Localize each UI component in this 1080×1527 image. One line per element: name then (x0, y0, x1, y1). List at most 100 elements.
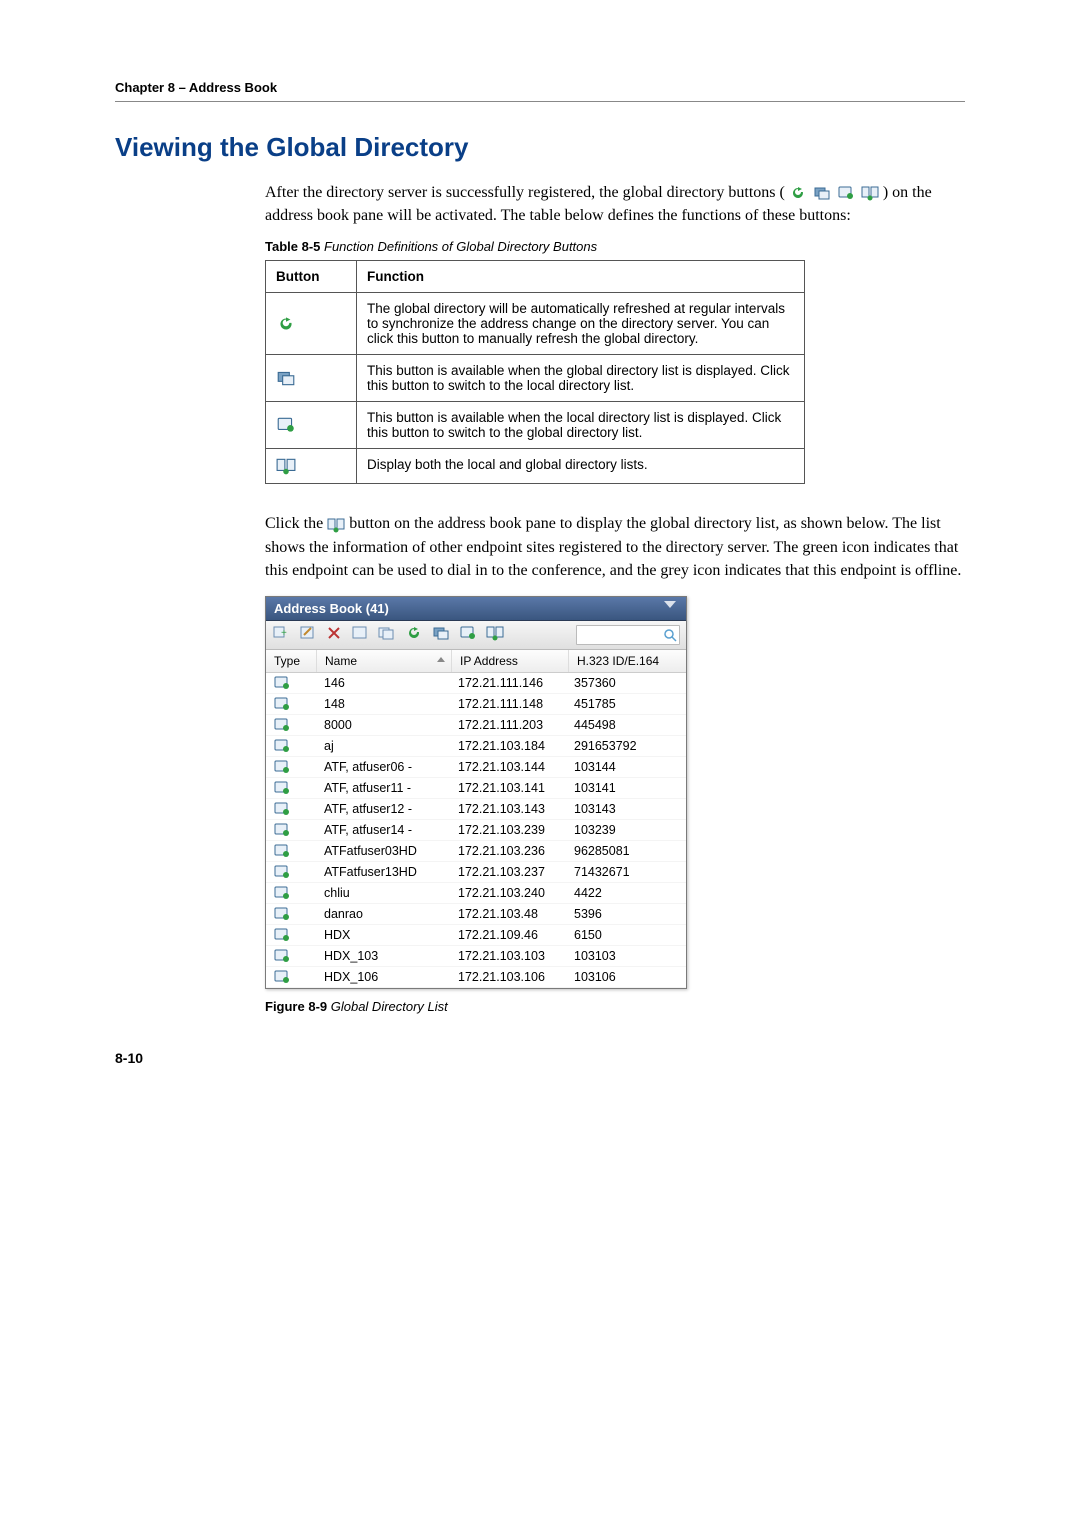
row-ip: 172.21.111.148 (450, 694, 566, 714)
row-ip: 172.21.103.144 (450, 757, 566, 777)
both-lists-icon-toolbar[interactable] (486, 625, 504, 644)
endpoint-online-icon (266, 799, 316, 819)
both-lists-icon-inline (327, 517, 345, 533)
table-row[interactable]: chliu172.21.103.2404422 (266, 883, 686, 904)
col-h323[interactable]: H.323 ID/E.164 (569, 650, 686, 672)
table-row[interactable]: ATFatfuser13HD172.21.103.23771432671 (266, 862, 686, 883)
table-row[interactable]: HDX_103172.21.103.103103103 (266, 946, 686, 967)
svg-text:+: + (281, 628, 287, 639)
table-row[interactable]: ATF, atfuser06 -172.21.103.144103144 (266, 757, 686, 778)
address-book-toolbar: + (266, 621, 686, 650)
table-row[interactable]: 148172.21.111.148451785 (266, 694, 686, 715)
row-h323: 103141 (566, 778, 686, 798)
figure-caption: Figure 8-9 Global Directory List (265, 999, 965, 1014)
search-input[interactable] (576, 625, 680, 645)
def-row-3-icon (266, 449, 357, 484)
row-h323: 6150 (566, 925, 686, 945)
endpoint-online-icon (266, 967, 316, 987)
delete-icon[interactable] (326, 625, 342, 644)
row-h323: 291653792 (566, 736, 686, 756)
endpoint-online-icon (266, 883, 316, 903)
table-row[interactable]: HDX172.21.109.466150 (266, 925, 686, 946)
address-book-title[interactable]: Address Book (41) (266, 597, 686, 621)
endpoint-online-icon (266, 925, 316, 945)
def-row-2-text: This button is available when the local … (357, 402, 805, 449)
row-ip: 172.21.103.48 (450, 904, 566, 924)
local-list-icon-toolbar[interactable] (432, 625, 450, 644)
address-book-columns: Type Name IP Address H.323 ID/E.164 (266, 650, 686, 673)
para1-a: After the directory server is successful… (265, 184, 785, 201)
card-icon[interactable] (351, 625, 369, 644)
row-name: aj (316, 736, 450, 756)
row-name: 146 (316, 673, 450, 693)
refresh-icon (789, 185, 807, 201)
row-h323: 103106 (566, 967, 686, 987)
edit-contact-icon[interactable] (299, 625, 317, 644)
row-name: 148 (316, 694, 450, 714)
table-row[interactable]: ATF, atfuser11 -172.21.103.141103141 (266, 778, 686, 799)
endpoint-online-icon (266, 841, 316, 861)
row-name: ATF, atfuser14 - (316, 820, 450, 840)
card-group-icon[interactable] (378, 625, 396, 644)
section-heading: Viewing the Global Directory (115, 132, 965, 163)
col-ip[interactable]: IP Address (452, 650, 569, 672)
endpoint-online-icon (266, 904, 316, 924)
def-row-0-text: The global directory will be automatical… (357, 293, 805, 355)
endpoint-online-icon (266, 820, 316, 840)
local-list-icon (813, 185, 831, 201)
table-row[interactable]: ATF, atfuser12 -172.21.103.143103143 (266, 799, 686, 820)
row-ip: 172.21.111.146 (450, 673, 566, 693)
sort-asc-icon (437, 657, 445, 662)
col-name[interactable]: Name (317, 650, 452, 672)
row-ip: 172.21.103.237 (450, 862, 566, 882)
col-name-label: Name (325, 654, 357, 668)
refresh-icon-toolbar[interactable] (405, 625, 423, 644)
figure-caption-rest: Global Directory List (327, 999, 448, 1014)
row-h323: 96285081 (566, 841, 686, 861)
row-h323: 445498 (566, 715, 686, 735)
endpoint-online-icon (266, 715, 316, 735)
global-list-icon-toolbar[interactable] (459, 625, 477, 644)
endpoint-online-icon (266, 673, 316, 693)
row-h323: 357360 (566, 673, 686, 693)
endpoint-online-icon (266, 757, 316, 777)
inline-buttons (789, 185, 879, 201)
row-h323: 4422 (566, 883, 686, 903)
chapter-header: Chapter 8 – Address Book (115, 80, 965, 95)
table-row[interactable]: 146172.21.111.146357360 (266, 673, 686, 694)
page-number: 8-10 (115, 1050, 965, 1066)
def-row-1-text: This button is available when the global… (357, 355, 805, 402)
row-name: ATF, atfuser11 - (316, 778, 450, 798)
row-ip: 172.21.103.106 (450, 967, 566, 987)
row-h323: 451785 (566, 694, 686, 714)
row-name: HDX_106 (316, 967, 450, 987)
col-type[interactable]: Type (266, 650, 317, 672)
table-row[interactable]: ATFatfuser03HD172.21.103.23696285081 (266, 841, 686, 862)
def-row-3-text: Display both the local and global direct… (357, 449, 805, 484)
row-name: ATF, atfuser12 - (316, 799, 450, 819)
endpoint-online-icon (266, 694, 316, 714)
row-ip: 172.21.103.143 (450, 799, 566, 819)
row-ip: 172.21.103.184 (450, 736, 566, 756)
row-ip: 172.21.103.103 (450, 946, 566, 966)
row-ip: 172.21.103.236 (450, 841, 566, 861)
figure-caption-bold: Figure 8-9 (265, 999, 327, 1014)
row-ip: 172.21.103.240 (450, 883, 566, 903)
both-lists-icon (861, 185, 879, 201)
row-h323: 103144 (566, 757, 686, 777)
row-name: ATF, atfuser06 - (316, 757, 450, 777)
table-row[interactable]: danrao172.21.103.485396 (266, 904, 686, 925)
table-row[interactable]: 8000172.21.111.203445498 (266, 715, 686, 736)
table-row[interactable]: aj172.21.103.184291653792 (266, 736, 686, 757)
paragraph-1: After the directory server is successful… (265, 181, 965, 227)
def-row-2-icon (266, 402, 357, 449)
definitions-table: Button Function The global directory wil… (265, 260, 805, 484)
table-row[interactable]: HDX_106172.21.103.106103106 (266, 967, 686, 988)
endpoint-online-icon (266, 862, 316, 882)
table-row[interactable]: ATF, atfuser14 -172.21.103.239103239 (266, 820, 686, 841)
th-function: Function (357, 261, 805, 293)
row-h323: 103143 (566, 799, 686, 819)
add-contact-icon[interactable]: + (272, 625, 290, 644)
endpoint-online-icon (266, 736, 316, 756)
row-h323: 103239 (566, 820, 686, 840)
